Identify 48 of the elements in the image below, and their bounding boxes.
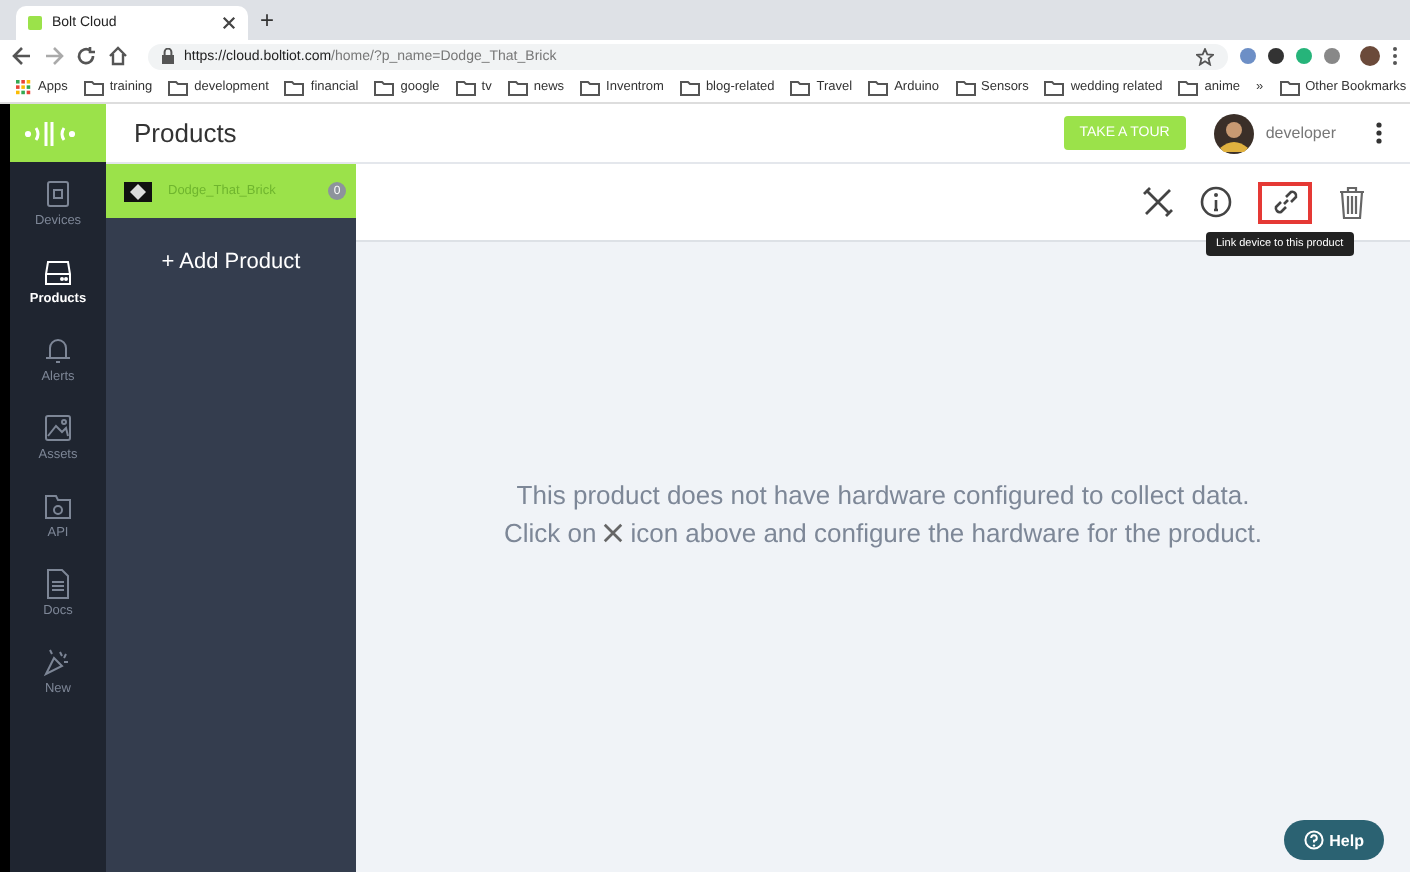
folder-icon (790, 79, 811, 95)
home-icon[interactable] (108, 46, 128, 66)
product-icon (124, 181, 152, 201)
avatar-icon[interactable] (1213, 113, 1254, 153)
link-icon[interactable] (1269, 186, 1301, 218)
folder-icon (374, 79, 395, 95)
folder-icon (83, 79, 104, 95)
page-title: Products (134, 118, 239, 148)
star-icon[interactable] (1196, 47, 1214, 65)
new-tab-button[interactable]: + (260, 6, 275, 34)
reload-icon[interactable] (76, 46, 96, 66)
new-icon (42, 645, 74, 677)
empty-message: This product does not have hardware configured to collect data. (516, 480, 1250, 510)
folder-icon (455, 79, 476, 95)
folder-icon (955, 79, 975, 95)
folder-icon (868, 79, 889, 95)
info-icon[interactable] (1200, 186, 1232, 218)
tools-icon (602, 522, 625, 544)
folder-icon (1279, 79, 1300, 95)
favicon-icon (28, 16, 42, 30)
api-icon (42, 489, 74, 521)
assets-icon (42, 411, 74, 443)
folder-icon (679, 79, 700, 95)
folder-icon (284, 79, 305, 95)
empty-message: icon above and configure the hardware for the product. (630, 518, 1263, 548)
folder-icon (168, 79, 189, 95)
docs-icon (42, 567, 74, 599)
help-icon (1303, 830, 1324, 850)
folder-icon (1044, 79, 1065, 95)
devices-icon (42, 177, 74, 209)
avatar-icon[interactable] (1360, 46, 1380, 66)
help-button[interactable]: Help (1283, 820, 1384, 860)
back-icon[interactable] (12, 46, 32, 66)
folder-icon (1178, 79, 1199, 95)
tools-icon[interactable] (1142, 186, 1174, 218)
user-name: developer (1265, 124, 1336, 142)
add-product-button[interactable]: + Add Product (149, 248, 313, 276)
folder-icon (580, 79, 601, 95)
folder-icon (507, 79, 528, 95)
lock-icon (162, 48, 174, 64)
products-icon (42, 255, 74, 287)
close-icon[interactable] (222, 16, 236, 30)
alerts-icon (42, 333, 74, 365)
more-icon[interactable] (1392, 46, 1398, 66)
empty-message: Click on (503, 518, 597, 548)
apps-icon (16, 79, 32, 95)
more-icon[interactable] (1376, 122, 1382, 144)
trash-icon[interactable] (1338, 185, 1366, 219)
